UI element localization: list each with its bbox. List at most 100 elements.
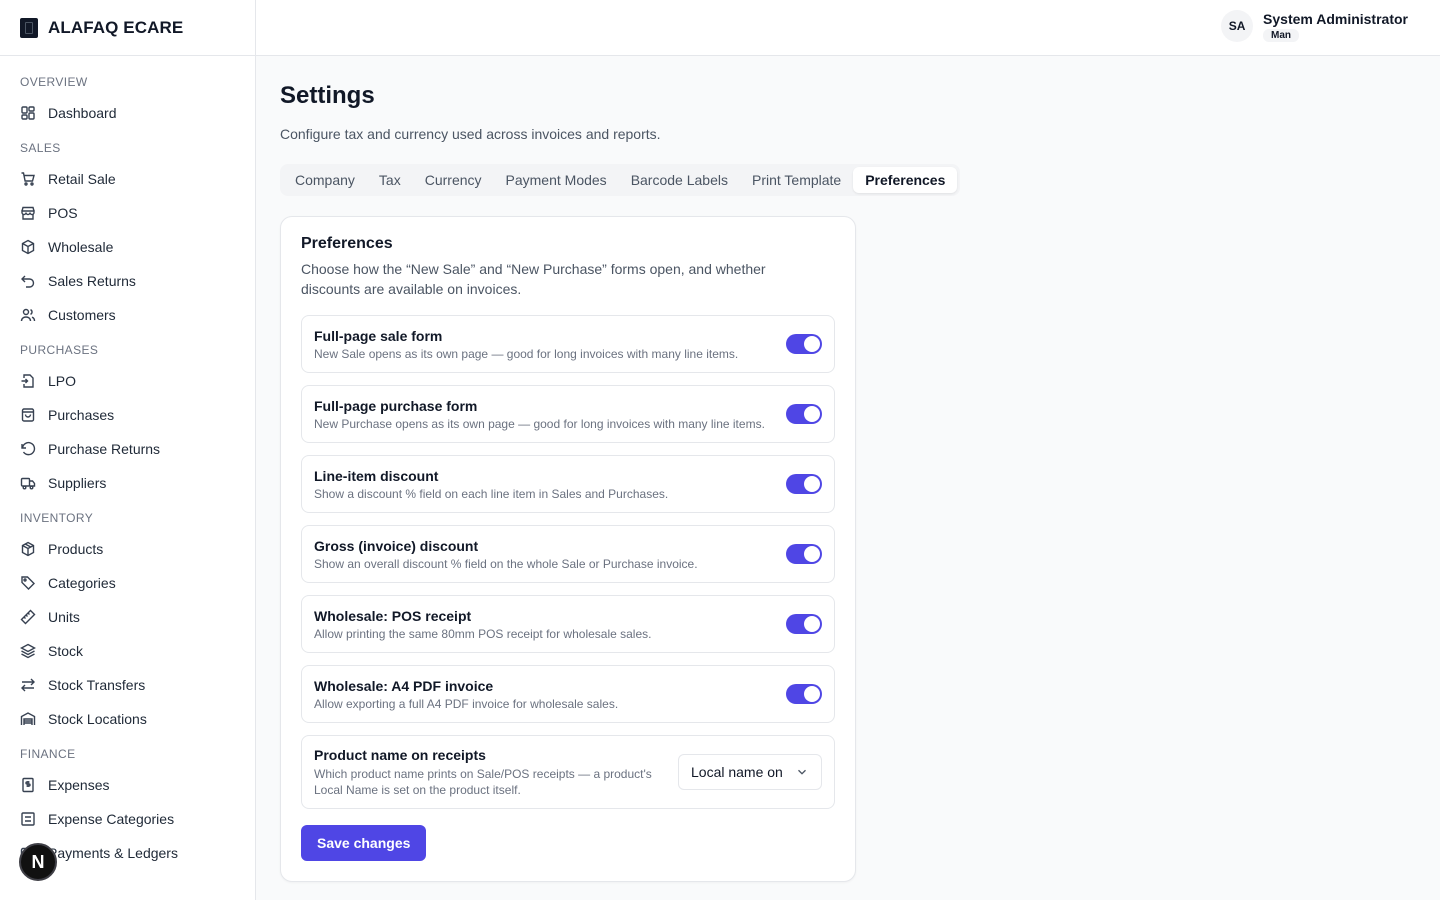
pref-text: Wholesale: POS receipt Allow printing th… bbox=[314, 608, 651, 641]
avatar[interactable]: SA bbox=[1221, 10, 1254, 42]
pref-label: Line-item discount bbox=[314, 467, 439, 484]
nav-section-overview: Overview Dashboard bbox=[0, 72, 255, 130]
pref-gross-discount: Gross (invoice) discount Show an overall… bbox=[301, 525, 835, 583]
cart-icon bbox=[20, 171, 36, 187]
pref-help: New Sale opens as its own page — good fo… bbox=[314, 346, 739, 361]
logo-icon bbox=[20, 17, 38, 38]
toggle-knob bbox=[804, 616, 820, 632]
tab-barcode-labels[interactable]: Barcode Labels bbox=[619, 167, 740, 193]
sidebar-item-lpo[interactable]: LPO bbox=[0, 364, 255, 398]
tab-currency[interactable]: Currency bbox=[413, 167, 494, 193]
users-icon bbox=[20, 307, 36, 323]
line-item-discount-toggle[interactable] bbox=[786, 474, 822, 494]
card-title: Preferences bbox=[301, 235, 393, 252]
undo-icon bbox=[20, 273, 36, 289]
select-value: Local name on bbox=[691, 764, 783, 780]
pref-line-item-discount: Line-item discount Show a discount % fie… bbox=[301, 455, 835, 513]
sidebar-item-purchases[interactable]: Purchases bbox=[0, 398, 255, 432]
toggle-knob bbox=[804, 476, 820, 492]
toggle-knob bbox=[804, 546, 820, 562]
main-content: Settings Configure tax and currency used… bbox=[280, 56, 1440, 882]
tab-company[interactable]: Company bbox=[283, 167, 367, 193]
pref-full-page-sale-form: Full-page sale form New Sale opens as it… bbox=[301, 315, 835, 373]
pref-label: Full-page purchase form bbox=[314, 397, 478, 414]
pref-wholesale-pos-receipt: Wholesale: POS receipt Allow printing th… bbox=[301, 595, 835, 653]
n-badge-button[interactable]: N bbox=[19, 843, 57, 881]
toggle-knob bbox=[804, 336, 820, 352]
sidebar: ALAFAQ ECARE Overview Dashboard Sales Re… bbox=[0, 0, 256, 900]
tab-tax[interactable]: Tax bbox=[367, 167, 413, 193]
nav-heading: Overview bbox=[20, 75, 88, 89]
pref-text: Product name on receipts Which product n… bbox=[314, 747, 670, 798]
sidebar-item-expenses[interactable]: Expenses bbox=[0, 768, 255, 802]
dashboard-icon bbox=[20, 105, 36, 121]
sidebar-item-purchase-returns[interactable]: Purchase Returns bbox=[0, 432, 255, 466]
pref-text: Line-item discount Show a discount % fie… bbox=[314, 468, 668, 501]
sidebar-item-sales-returns[interactable]: Sales Returns bbox=[0, 264, 255, 298]
sidebar-item-expense-categories[interactable]: Expense Categories bbox=[0, 802, 255, 836]
tab-preferences[interactable]: Preferences bbox=[853, 167, 958, 193]
pref-help: Show an overall discount % field on the … bbox=[314, 556, 698, 571]
sidebar-item-label: Suppliers bbox=[48, 475, 107, 491]
sidebar-item-pos[interactable]: POS bbox=[0, 196, 255, 230]
boxes-icon bbox=[20, 239, 36, 255]
sidebar-item-label: Products bbox=[48, 541, 104, 557]
pref-help: New Purchase opens as its own page — goo… bbox=[314, 416, 765, 431]
ruler-icon bbox=[20, 609, 36, 625]
toggle-knob bbox=[804, 686, 820, 702]
pref-text: Gross (invoice) discount Show an overall… bbox=[314, 538, 698, 571]
nav-heading: Finance bbox=[20, 747, 76, 761]
toggle-knob bbox=[804, 406, 820, 422]
sidebar-item-label: Payments & Ledgers bbox=[48, 845, 178, 861]
full-page-sale-form-toggle[interactable] bbox=[786, 334, 822, 354]
sidebar-item-label: Stock Locations bbox=[48, 711, 147, 727]
pref-help: Which product name prints on Sale/POS re… bbox=[314, 766, 652, 797]
save-changes-button[interactable]: Save changes bbox=[301, 825, 427, 861]
brand[interactable]: ALAFAQ ECARE bbox=[0, 0, 255, 56]
truck-icon bbox=[20, 475, 36, 491]
pref-help: Show a discount % field on each line ite… bbox=[314, 486, 669, 501]
receipt-icon bbox=[20, 777, 36, 793]
sidebar-item-customers[interactable]: Customers bbox=[0, 298, 255, 332]
sidebar-item-stock-locations[interactable]: Stock Locations bbox=[0, 702, 255, 736]
sidebar-item-stock[interactable]: Stock bbox=[0, 634, 255, 668]
card-description: Choose how the “New Sale” and “New Purch… bbox=[301, 261, 766, 297]
pref-label: Wholesale: POS receipt bbox=[314, 607, 472, 624]
sidebar-item-label: Categories bbox=[48, 575, 116, 591]
sidebar-item-wholesale[interactable]: Wholesale bbox=[0, 230, 255, 264]
sidebar-item-units[interactable]: Units bbox=[0, 600, 255, 634]
tag-icon bbox=[20, 575, 36, 591]
list-icon bbox=[20, 811, 36, 827]
sidebar-item-label: LPO bbox=[48, 373, 77, 389]
nav-section-purchases: Purchases LPO Purchases Purchase Returns… bbox=[0, 340, 255, 500]
sidebar-item-label: Dashboard bbox=[48, 105, 117, 121]
sidebar-item-retail-sale[interactable]: Retail Sale bbox=[0, 162, 255, 196]
nav-heading: Purchases bbox=[20, 343, 99, 357]
user-meta: System Administrator Man bbox=[1263, 11, 1408, 42]
wholesale-a4-pdf-toggle[interactable] bbox=[786, 684, 822, 704]
receipt-name-select[interactable]: Local name on bbox=[678, 754, 822, 790]
user-role-badge: Man bbox=[1263, 28, 1300, 42]
sidebar-item-products[interactable]: Products bbox=[0, 532, 255, 566]
nav-heading: Inventory bbox=[20, 511, 94, 525]
sidebar-item-label: Stock Transfers bbox=[48, 677, 146, 693]
sidebar-item-suppliers[interactable]: Suppliers bbox=[0, 466, 255, 500]
wholesale-pos-receipt-toggle[interactable] bbox=[786, 614, 822, 634]
sidebar-item-label: Wholesale bbox=[48, 239, 114, 255]
user-menu[interactable]: SA System Administrator Man bbox=[1221, 10, 1408, 42]
gross-discount-toggle[interactable] bbox=[786, 544, 822, 564]
tab-print-template[interactable]: Print Template bbox=[740, 167, 853, 193]
sidebar-item-stock-transfers[interactable]: Stock Transfers bbox=[0, 668, 255, 702]
sidebar-item-dashboard[interactable]: Dashboard bbox=[0, 96, 255, 130]
page-title: Settings bbox=[280, 82, 375, 109]
sidebar-item-label: Units bbox=[48, 609, 80, 625]
nav-section-sales: Sales Retail Sale POS Wholesale Sales Re… bbox=[0, 138, 255, 332]
sidebar-item-label: Expenses bbox=[48, 777, 110, 793]
sidebar-item-categories[interactable]: Categories bbox=[0, 566, 255, 600]
pref-text: Wholesale: A4 PDF invoice Allow exportin… bbox=[314, 678, 618, 711]
sidebar-item-label: POS bbox=[48, 205, 78, 221]
full-page-purchase-form-toggle[interactable] bbox=[786, 404, 822, 424]
tab-payment-modes[interactable]: Payment Modes bbox=[494, 167, 619, 193]
sidebar-item-label: Purchase Returns bbox=[48, 441, 161, 457]
layers-icon bbox=[20, 643, 36, 659]
